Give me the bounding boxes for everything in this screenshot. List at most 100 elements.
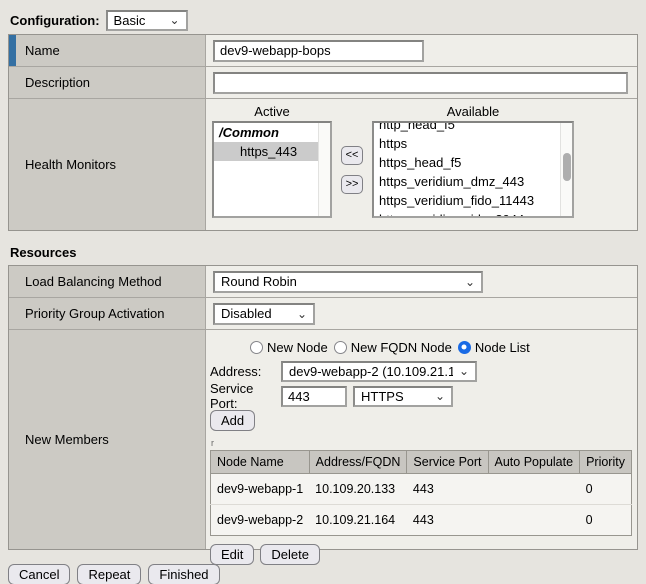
load-balancing-row: Load Balancing Method Round Robin ⌄	[9, 266, 637, 297]
chevron-down-icon: ⌄	[465, 276, 475, 288]
chevron-down-icon: ⌄	[297, 308, 307, 320]
radio-circle-icon	[334, 341, 347, 354]
available-monitor-item[interactable]: https_head_f5	[374, 153, 572, 172]
active-monitors-listbox[interactable]: /Common https_443	[212, 121, 332, 218]
name-input[interactable]	[213, 40, 424, 62]
description-input[interactable]	[213, 72, 628, 94]
member-priority: 0	[580, 505, 632, 536]
general-properties-table: Name Description Health Monitors	[8, 34, 638, 231]
available-monitor-item[interactable]: https_veridium_dmz_443	[374, 172, 572, 191]
active-partition-item: /Common	[214, 123, 330, 142]
service-type-select-value: HTTPS	[361, 389, 429, 404]
required-indicator	[9, 35, 16, 66]
radio-new-fqdn-node[interactable]: New FQDN Node	[334, 340, 452, 355]
description-label: Description	[25, 75, 90, 90]
available-scrollbar-thumb[interactable]	[563, 153, 571, 181]
address-row: Address: dev9-webapp-2 (10.109.21.164) ⌄	[210, 360, 637, 382]
active-monitor-item[interactable]: https_443	[214, 142, 330, 161]
radio-new-node[interactable]: New Node	[250, 340, 328, 355]
service-port-row: Service Port: HTTPS ⌄	[210, 385, 637, 407]
priority-group-row: Priority Group Activation Disabled ⌄	[9, 297, 637, 329]
member-service-port: 443	[407, 505, 488, 536]
address-label: Address:	[210, 364, 281, 379]
stray-character: r	[211, 439, 637, 448]
load-balancing-label-cell: Load Balancing Method	[9, 266, 206, 297]
member-address: 10.109.21.164	[309, 505, 407, 536]
member-row[interactable]: dev9-webapp-2 10.109.21.164 443 0	[211, 505, 632, 536]
member-node-name: dev9-webapp-2	[211, 505, 310, 536]
move-left-button[interactable]: <<	[341, 146, 364, 165]
available-monitor-item[interactable]: https_veridium_fido_11443	[374, 191, 572, 210]
members-table: Node Name Address/FQDN Service Port Auto…	[210, 450, 632, 536]
col-auto-populate: Auto Populate	[488, 451, 580, 474]
new-members-row: New Members New Node New FQDN Node Node …	[9, 329, 637, 549]
radio-new-node-label: New Node	[267, 340, 328, 355]
member-priority: 0	[580, 474, 632, 505]
radio-node-list-label: Node List	[475, 340, 530, 355]
available-monitor-item[interactable]: https_veridium_idp_8944	[374, 210, 572, 218]
configuration-label: Configuration:	[10, 13, 100, 28]
available-monitors-listbox[interactable]: http_head_f5 https https_head_f5 https_v…	[372, 121, 574, 218]
load-balancing-select[interactable]: Round Robin ⌄	[213, 271, 483, 293]
new-members-label: New Members	[25, 432, 109, 447]
configuration-select[interactable]: Basic ⌄	[106, 10, 188, 31]
member-service-port: 443	[407, 474, 488, 505]
members-header-row: Node Name Address/FQDN Service Port Auto…	[211, 451, 632, 474]
move-right-button[interactable]: >>	[341, 175, 364, 194]
description-label-cell: Description	[9, 67, 206, 98]
available-list-scrollbar[interactable]	[560, 123, 572, 216]
active-list-title: Active	[254, 103, 289, 121]
chevron-down-icon: ⌄	[459, 365, 469, 377]
new-members-label-cell: New Members	[9, 330, 206, 549]
member-auto-populate	[488, 505, 580, 536]
col-service-port: Service Port	[407, 451, 488, 474]
finished-button[interactable]: Finished	[148, 564, 219, 584]
chevron-down-icon: ⌄	[169, 14, 179, 26]
service-port-input[interactable]	[281, 386, 347, 407]
delete-button[interactable]: Delete	[260, 544, 320, 565]
radio-circle-icon	[250, 341, 263, 354]
name-label-cell: Name	[9, 35, 206, 66]
member-row[interactable]: dev9-webapp-1 10.109.20.133 443 0	[211, 474, 632, 505]
service-type-select[interactable]: HTTPS ⌄	[353, 386, 453, 407]
col-priority: Priority	[580, 451, 632, 474]
cancel-button[interactable]: Cancel	[8, 564, 70, 584]
node-type-radio-group: New Node New FQDN Node Node List	[250, 338, 637, 356]
resources-header: Resources	[10, 245, 646, 260]
priority-group-select[interactable]: Disabled ⌄	[213, 303, 315, 325]
member-address: 10.109.20.133	[309, 474, 407, 505]
edit-button[interactable]: Edit	[210, 544, 254, 565]
name-row: Name	[9, 35, 637, 66]
health-monitors-label-cell: Health Monitors	[9, 99, 206, 230]
chevron-down-icon: ⌄	[435, 390, 445, 402]
col-node-name: Node Name	[211, 451, 310, 474]
description-row: Description	[9, 66, 637, 98]
pool-configuration-page: Configuration: Basic ⌄ Name Description	[0, 0, 646, 584]
radio-circle-icon	[458, 341, 471, 354]
priority-group-label-cell: Priority Group Activation	[9, 298, 206, 329]
health-monitors-row: Health Monitors Active /Common https_443	[9, 98, 637, 230]
member-node-name: dev9-webapp-1	[211, 474, 310, 505]
health-monitors-label: Health Monitors	[25, 157, 116, 172]
repeat-button[interactable]: Repeat	[77, 564, 141, 584]
available-monitor-item[interactable]: http_head_f5	[374, 121, 572, 134]
member-auto-populate	[488, 474, 580, 505]
radio-node-list[interactable]: Node List	[458, 340, 530, 355]
footer-actions: Cancel Repeat Finished	[8, 564, 646, 584]
service-port-label: Service Port:	[210, 381, 281, 411]
address-select-value: dev9-webapp-2 (10.109.21.164)	[289, 364, 453, 379]
name-label: Name	[25, 43, 60, 58]
col-address-fqdn: Address/FQDN	[309, 451, 407, 474]
address-select[interactable]: dev9-webapp-2 (10.109.21.164) ⌄	[281, 361, 477, 382]
active-list-scrollbar[interactable]	[318, 123, 330, 216]
load-balancing-select-value: Round Robin	[221, 274, 459, 289]
available-monitor-item[interactable]: https	[374, 134, 572, 153]
priority-group-select-value: Disabled	[221, 306, 291, 321]
available-list-title: Available	[447, 103, 500, 121]
resources-table: Load Balancing Method Round Robin ⌄ Prio…	[8, 265, 638, 550]
radio-new-fqdn-node-label: New FQDN Node	[351, 340, 452, 355]
configuration-select-value: Basic	[114, 13, 164, 28]
load-balancing-label: Load Balancing Method	[25, 274, 162, 289]
configuration-row: Configuration: Basic ⌄	[0, 0, 646, 32]
add-button[interactable]: Add	[210, 410, 255, 431]
